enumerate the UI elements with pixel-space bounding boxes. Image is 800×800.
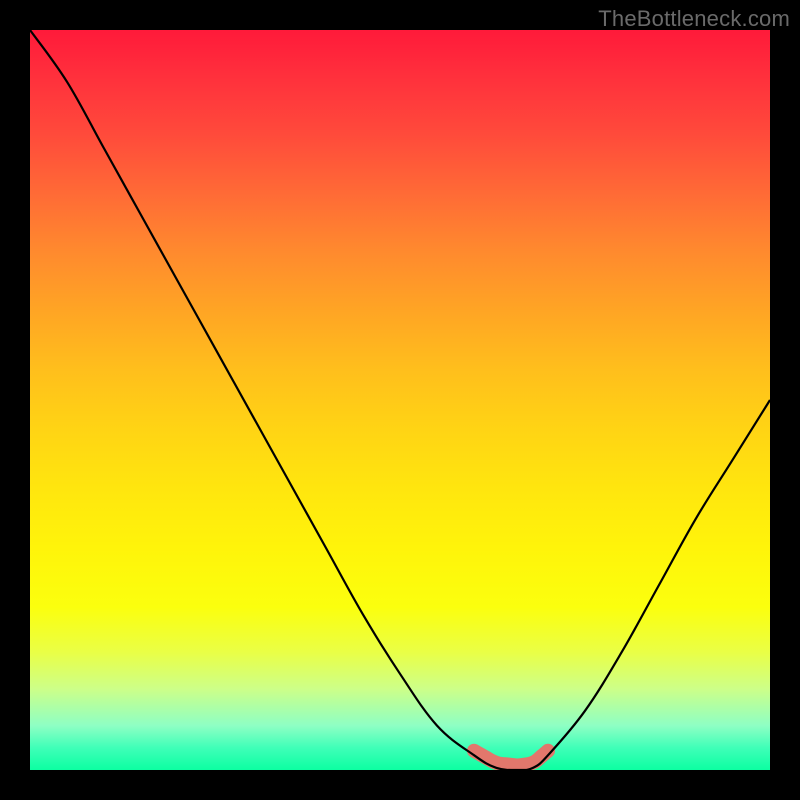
- chart-frame: TheBottleneck.com: [0, 0, 800, 800]
- plot-area: [30, 30, 770, 770]
- bottleneck-curve: [30, 30, 770, 770]
- curve-svg: [30, 30, 770, 770]
- watermark-label: TheBottleneck.com: [598, 6, 790, 32]
